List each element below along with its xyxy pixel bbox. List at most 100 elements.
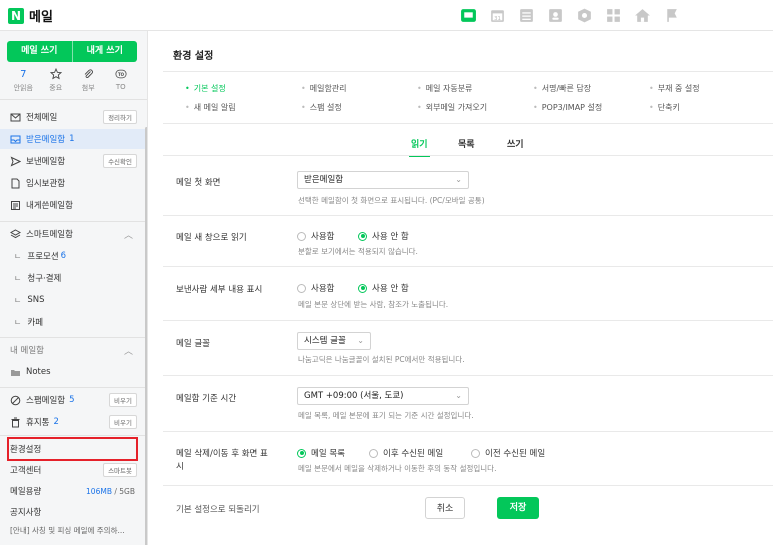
folder-all[interactable]: 전체메일 정리하기 xyxy=(0,107,145,127)
folder-trash[interactable]: 휴지통 2 비우기 xyxy=(0,412,145,432)
radio-label: 사용 안 함 xyxy=(372,232,409,242)
sidebar-scrollbar[interactable] xyxy=(145,127,147,545)
after-delete-next-radio[interactable]: 이후 수신된 메일 xyxy=(369,447,443,459)
divider xyxy=(163,485,773,486)
first-screen-select[interactable]: 받은메일함 ⌄ xyxy=(297,171,469,189)
smart-label: 청구·결제 xyxy=(27,274,62,284)
save-button[interactable]: 저장 xyxy=(497,497,539,519)
support-link[interactable]: 고객센터 스마트봇 xyxy=(0,460,145,480)
sender-detail-off-radio[interactable]: 사용 안 함 xyxy=(358,282,409,294)
after-delete-prev-radio[interactable]: 이전 수신된 메일 xyxy=(471,447,545,459)
tab-shortcut[interactable]: • 단축키 xyxy=(649,102,680,113)
tab-notification[interactable]: • 새 메일 알림 xyxy=(185,102,236,113)
subtab-write[interactable]: 쓰기 xyxy=(507,137,524,150)
chevron-down-icon: ⌄ xyxy=(455,175,462,184)
divider xyxy=(0,221,147,222)
quick-important-label: 중요 xyxy=(49,84,63,92)
notes-label: Notes xyxy=(26,367,51,377)
tab-mailbox[interactable]: • 메일함관리 xyxy=(301,83,347,94)
bookmark-icon[interactable] xyxy=(661,5,681,25)
tab-basic[interactable]: • 기본 설정 xyxy=(185,83,226,94)
setting-label: 메일 첫 화면 xyxy=(176,178,221,188)
tab-auto-sort[interactable]: • 메일 자동분류 xyxy=(417,83,472,94)
settings-highlight xyxy=(7,437,138,461)
office-icon[interactable] xyxy=(603,5,623,25)
radio-circle xyxy=(369,448,378,458)
mybox-icon[interactable] xyxy=(574,5,594,25)
write-self-button[interactable]: 내게 쓰기 xyxy=(73,41,138,62)
naver-mail-logo[interactable]: N 메일 xyxy=(8,6,53,25)
folder-label: 전체메일 xyxy=(26,113,58,123)
font-select[interactable]: 시스템 글꼴 ⌄ xyxy=(297,332,371,350)
quick-to[interactable]: TO TO xyxy=(105,68,138,93)
read-receipt-button[interactable]: 수신확인 xyxy=(103,154,137,168)
select-value: 받은메일함 xyxy=(304,175,344,185)
reset-defaults-link[interactable]: 기본 설정으로 되돌리기 xyxy=(176,503,260,515)
quick-unread[interactable]: 7 안읽음 xyxy=(7,68,40,93)
notice-label: 공지사항 xyxy=(10,508,42,518)
tab-pop3[interactable]: • POP3/IMAP 설정 xyxy=(533,102,602,113)
home-icon[interactable] xyxy=(632,5,652,25)
top-bar: N 메일 31 xyxy=(0,0,773,31)
folder-self[interactable]: 내게쓴메일함 xyxy=(0,195,145,215)
divider xyxy=(163,215,773,216)
mail-app-icon[interactable] xyxy=(458,5,478,25)
tab-signature[interactable]: • 서명/빠른 답장 xyxy=(533,83,591,94)
quick-important[interactable]: 중요 xyxy=(40,67,73,93)
setting-desc: 메일 본문 상단에 받는 사람, 참조가 노출됩니다. xyxy=(298,300,449,309)
radio-circle xyxy=(297,283,306,293)
smart-mailbox-header[interactable]: 스마트메일함 ︿ xyxy=(0,224,145,244)
organize-button[interactable]: 정리하기 xyxy=(103,110,137,124)
notice-item[interactable]: [안내] 사칭 및 피싱 메일에 주의하... xyxy=(0,520,145,540)
quick-attach[interactable]: 첨부 xyxy=(72,68,105,93)
folder-notes[interactable]: Notes xyxy=(0,362,145,382)
smart-cafe[interactable]: ㄴ 카페 xyxy=(0,312,145,332)
smart-label: SNS xyxy=(27,295,45,305)
new-window-on-radio[interactable]: 사용함 xyxy=(297,230,334,242)
folder-drafts[interactable]: 임시보관함 xyxy=(0,173,145,193)
usage-label: 메일용량 xyxy=(10,487,42,497)
after-delete-list-radio[interactable]: 메일 목록 xyxy=(297,447,345,459)
folder-icon xyxy=(10,367,21,378)
subtab-read[interactable]: 읽기 xyxy=(409,137,430,157)
tab-away[interactable]: • 부재 중 설정 xyxy=(649,83,700,94)
empty-trash-button[interactable]: 비우기 xyxy=(109,415,137,429)
envelope-icon xyxy=(10,112,21,123)
notice-link[interactable]: 공지사항 xyxy=(0,502,145,522)
radio-label: 사용함 xyxy=(311,284,335,294)
calendar-icon[interactable]: 31 xyxy=(487,5,507,25)
new-window-off-radio[interactable]: 사용 안 함 xyxy=(358,230,409,242)
write-mail-button[interactable]: 메일 쓰기 xyxy=(7,41,73,62)
trash-count: 2 xyxy=(53,417,59,427)
folder-sent[interactable]: 보낸메일함 수신확인 xyxy=(0,151,145,171)
smart-billing[interactable]: ㄴ 청구·결제 xyxy=(0,268,145,288)
memo-icon[interactable] xyxy=(516,5,536,25)
timezone-select[interactable]: GMT +09:00 (서울, 도쿄) ⌄ xyxy=(297,387,469,405)
chevron-up-icon[interactable]: ︿ xyxy=(124,344,133,357)
to-icon: TO xyxy=(105,68,138,81)
radio-label: 이전 수신된 메일 xyxy=(485,449,546,459)
page-title: 환경 설정 xyxy=(173,51,214,62)
sender-detail-on-radio[interactable]: 사용함 xyxy=(297,282,334,294)
folder-inbox[interactable]: 받은메일함 1 xyxy=(0,129,145,149)
smart-promotion[interactable]: ㄴ 프로모션 6 xyxy=(0,246,145,266)
draft-icon xyxy=(10,178,21,189)
setting-desc: 나눔고딕은 나눔글꼴이 설치된 PC에서만 적용됩니다. xyxy=(298,355,465,364)
folder-spam[interactable]: 스팸메일함 5 비우기 xyxy=(0,390,145,410)
my-mailbox-header[interactable]: 내 메일함 ︿ xyxy=(0,340,145,360)
chevron-up-icon[interactable]: ︿ xyxy=(124,228,133,241)
tab-label: 메일 자동분류 xyxy=(425,84,473,93)
cancel-button[interactable]: 취소 xyxy=(425,497,465,519)
empty-spam-button[interactable]: 비우기 xyxy=(109,393,137,407)
tab-label: 새 메일 알림 xyxy=(193,103,236,112)
quick-filters: 7 안읽음 중요 첨부 TO TO xyxy=(7,67,138,93)
subtab-list[interactable]: 목록 xyxy=(458,137,475,150)
paperclip-icon xyxy=(72,68,105,81)
smart-sns[interactable]: ㄴ SNS xyxy=(0,290,145,310)
contacts-icon[interactable] xyxy=(545,5,565,25)
tab-spam[interactable]: • 스팸 설정 xyxy=(301,102,342,113)
tab-external[interactable]: • 외부메일 가져오기 xyxy=(417,102,487,113)
app-switcher: 31 xyxy=(458,5,681,25)
smartbot-button[interactable]: 스마트봇 xyxy=(103,463,137,477)
folder-label: 내게쓴메일함 xyxy=(26,201,73,211)
